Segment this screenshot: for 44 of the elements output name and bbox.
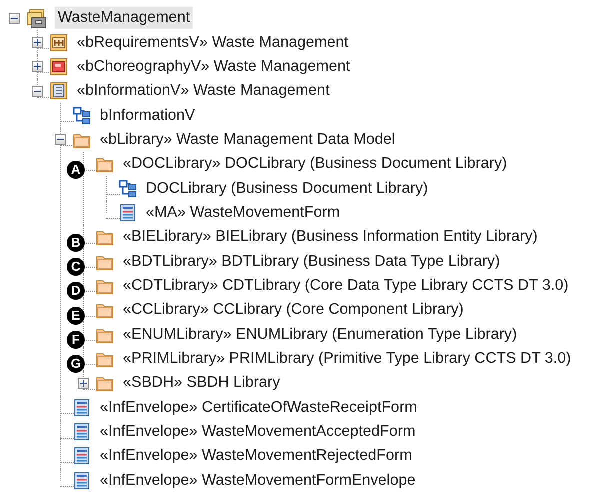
- expand-toggle[interactable]: [32, 37, 43, 48]
- expand-toggle[interactable]: [32, 61, 43, 72]
- form-icon: [119, 204, 137, 222]
- form-icon: [73, 472, 91, 490]
- tree-item[interactable]: bInformationV: [97, 104, 198, 127]
- choreography-icon: [50, 58, 68, 76]
- form-icon: [73, 423, 91, 442]
- tree-item[interactable]: «SBDH» SBDH Library: [120, 372, 284, 394]
- tree-item[interactable]: «PRIMLibrary» PRIMLibrary (Primitive Type Library CCTS DT 3.0): [120, 348, 574, 370]
- tree-item[interactable]: DOCLibrary (Business Document Library): [143, 178, 432, 200]
- callout-marker: F: [67, 331, 85, 350]
- tree-item[interactable]: WasteManagement: [55, 7, 194, 30]
- tree-item[interactable]: «InfEnvelope» WasteMovementFormEnvelope: [97, 470, 419, 492]
- callout-marker: C: [67, 258, 85, 276]
- tree-item[interactable]: «InfEnvelope» WasteMovementRejectedForm: [97, 445, 416, 468]
- collapse-toggle[interactable]: [32, 86, 43, 97]
- tree-item[interactable]: «CCLibrary» CCLibrary (Core Component Library): [120, 299, 467, 322]
- callout-marker: D: [67, 282, 85, 300]
- callout-marker: A: [67, 160, 85, 179]
- callout-marker: E: [67, 306, 85, 325]
- tree-item[interactable]: «bInformationV» Waste Management: [74, 80, 333, 102]
- tree-item[interactable]: «bChoreographyV» Waste Management: [74, 56, 354, 78]
- tree-item[interactable]: «MA» WasteMovementForm: [143, 202, 344, 224]
- document-icon: [50, 82, 68, 100]
- tree-item[interactable]: «InfEnvelope» WasteMovementAcceptedForm: [97, 421, 419, 444]
- tree-item[interactable]: «bLibrary» Waste Management Data Model: [97, 128, 398, 151]
- callout-marker: B: [67, 234, 85, 252]
- collapse-toggle[interactable]: [55, 134, 66, 146]
- tree-item[interactable]: «bRequirementsV» Waste Management: [74, 32, 352, 54]
- form-icon: [73, 447, 91, 466]
- model-icon: [27, 7, 49, 30]
- tree-item[interactable]: «BDTLibrary» BDTLibrary (Business Data Type Library): [120, 250, 504, 273]
- tree-item[interactable]: «DOCLibrary» DOCLibrary (Business Document Library): [120, 153, 510, 176]
- tree-item[interactable]: «InfEnvelope» CertificateOfWasteReceiptForm: [97, 396, 420, 419]
- tree-item[interactable]: «ENUMLibrary» ENUMLibrary (Enumeration Type Library): [120, 324, 520, 346]
- diagram-icon: [119, 180, 137, 198]
- callout-marker: G: [67, 355, 85, 374]
- expand-toggle[interactable]: [78, 378, 89, 389]
- tree-item[interactable]: «CDTLibrary» CDTLibrary (Core Data Type Library CCTS DT 3.0): [120, 274, 572, 297]
- diagram-icon: [73, 106, 91, 125]
- tree-item[interactable]: «BIELibrary» BIELibrary (Business Information Entity Library): [120, 226, 541, 248]
- form-icon: [73, 398, 91, 417]
- collapse-toggle[interactable]: [9, 12, 20, 24]
- requirements-icon: [50, 34, 68, 52]
